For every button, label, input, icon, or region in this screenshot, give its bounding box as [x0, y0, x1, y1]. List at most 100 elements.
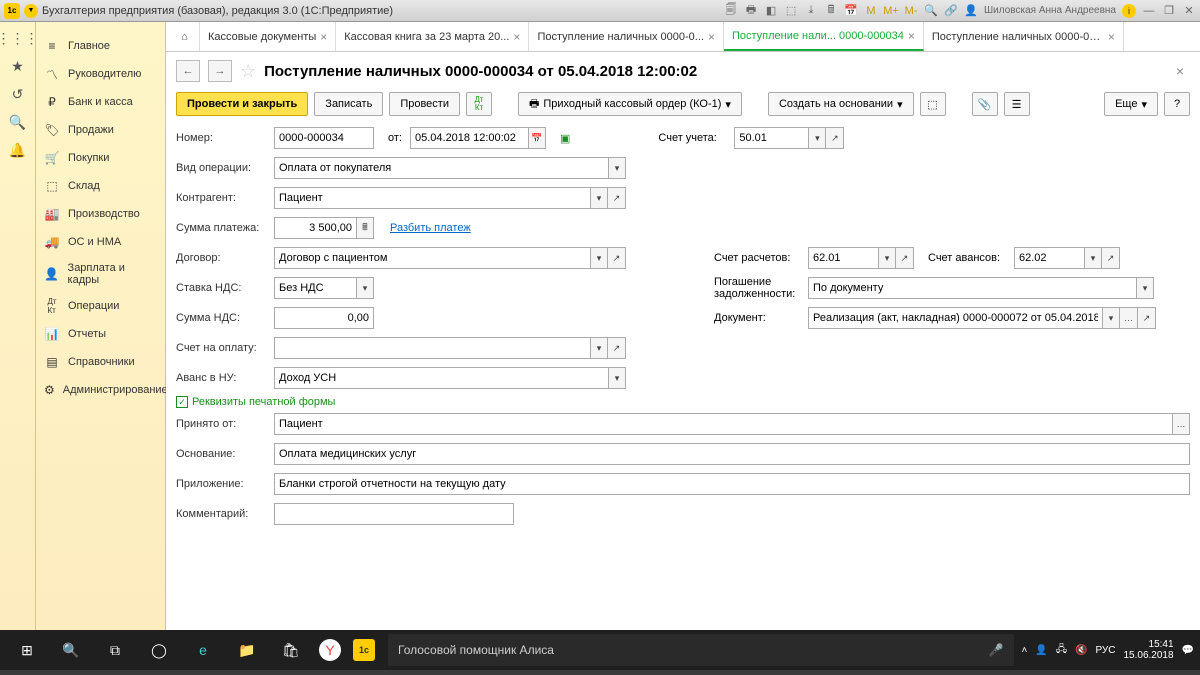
yandex-icon[interactable]: Y: [319, 639, 341, 661]
open-button[interactable]: ↗: [608, 337, 626, 359]
calendar-icon[interactable]: 📅: [844, 4, 858, 18]
mic-icon[interactable]: 🎤: [989, 643, 1004, 657]
split-payment-link[interactable]: Разбить платеж: [390, 222, 471, 234]
start-button[interactable]: ⊞: [6, 634, 48, 666]
debt-input[interactable]: [808, 277, 1136, 299]
cortana-icon[interactable]: ◯: [138, 634, 180, 666]
toolbar-icon[interactable]: ◧: [764, 4, 778, 18]
dropdown-button[interactable]: ▾: [608, 157, 626, 179]
dropdown-button[interactable]: ▾: [1102, 307, 1120, 329]
maximize-icon[interactable]: ❐: [1162, 4, 1176, 18]
sidebar-item-refs[interactable]: ▤Справочники: [36, 348, 165, 376]
calculator-icon[interactable]: 🖩: [824, 4, 838, 18]
toolbar-icon[interactable]: ⬚: [784, 4, 798, 18]
sidebar-item-manager[interactable]: 〽Руководителю: [36, 60, 165, 88]
network-icon[interactable]: 🖧: [1056, 642, 1067, 659]
tab-cash-book[interactable]: Кассовая книга за 23 марта 20...×: [336, 22, 529, 51]
dropdown-button[interactable]: ▾: [608, 367, 626, 389]
m-plus-icon[interactable]: M+: [884, 4, 898, 18]
attachment-input[interactable]: [274, 473, 1190, 495]
task-view-icon[interactable]: ⧉: [94, 634, 136, 666]
close-icon[interactable]: ×: [320, 30, 327, 44]
date-input[interactable]: [410, 127, 528, 149]
close-icon[interactable]: ✕: [1182, 4, 1196, 18]
list-button[interactable]: ☰: [1004, 92, 1030, 116]
more-button[interactable]: …: [1120, 307, 1138, 329]
dropdown-button[interactable]: ▾: [356, 277, 374, 299]
sidebar-item-main[interactable]: ≡Главное: [36, 32, 165, 60]
tab-receipt-active[interactable]: Поступление нали... 0000-000034×: [724, 22, 924, 51]
open-button[interactable]: ↗: [608, 187, 626, 209]
structure-button[interactable]: ⬚: [920, 92, 946, 116]
minimize-icon[interactable]: —: [1142, 4, 1156, 18]
print-icon[interactable]: 🖶: [744, 4, 758, 18]
vat-rate-input[interactable]: [274, 277, 356, 299]
search-icon[interactable]: 🔍: [50, 634, 92, 666]
search-icon[interactable]: 🔍: [8, 112, 28, 132]
dropdown-button[interactable]: ▾: [590, 187, 608, 209]
dropdown-button[interactable]: ▾: [878, 247, 896, 269]
dropdown-button[interactable]: ▾: [590, 247, 608, 269]
open-button[interactable]: ↗: [826, 127, 844, 149]
basis-input[interactable]: [274, 443, 1190, 465]
doc-input[interactable]: [808, 307, 1102, 329]
account-input[interactable]: [734, 127, 808, 149]
advance-nu-input[interactable]: [274, 367, 608, 389]
vat-sum-input[interactable]: [274, 307, 374, 329]
print-form-section-toggle[interactable]: ✓ Реквизиты печатной формы: [176, 396, 1190, 408]
m-minus-icon[interactable]: M-: [904, 4, 918, 18]
amount-input[interactable]: [274, 217, 356, 239]
explorer-icon[interactable]: 📁: [226, 634, 268, 666]
received-input[interactable]: [274, 413, 1172, 435]
1c-icon[interactable]: 1c: [353, 639, 375, 661]
favorite-star-icon[interactable]: ☆: [240, 61, 256, 82]
open-button[interactable]: ↗: [608, 247, 626, 269]
apps-icon[interactable]: ⋮⋮⋮: [8, 28, 28, 48]
app-menu-dropdown[interactable]: ▼: [24, 4, 38, 18]
store-icon[interactable]: 🛍: [270, 634, 312, 666]
open-button[interactable]: ↗: [1138, 307, 1156, 329]
m-icon[interactable]: M: [864, 4, 878, 18]
dtkt-button[interactable]: ДтКт: [466, 92, 492, 116]
toolbar-icon[interactable]: ⤓: [804, 4, 818, 18]
contract-input[interactable]: [274, 247, 590, 269]
info-icon[interactable]: i: [1122, 4, 1136, 18]
alice-bar[interactable]: Голосовой помощник Алиса 🎤: [388, 634, 1014, 666]
number-input[interactable]: [274, 127, 374, 149]
op-type-input[interactable]: [274, 157, 608, 179]
open-button[interactable]: ↗: [896, 247, 914, 269]
history-icon[interactable]: ↺: [8, 84, 28, 104]
search-icon[interactable]: 🔍: [924, 4, 938, 18]
nav-forward-button[interactable]: →: [208, 60, 232, 82]
star-icon[interactable]: ★: [8, 56, 28, 76]
nav-back-button[interactable]: ←: [176, 60, 200, 82]
more-button[interactable]: …: [1172, 413, 1190, 435]
sidebar-item-operations[interactable]: ДтКтОперации: [36, 292, 165, 320]
comment-input[interactable]: [274, 503, 514, 525]
dropdown-button[interactable]: ▾: [590, 337, 608, 359]
help-button[interactable]: ?: [1164, 92, 1190, 116]
sidebar-item-sales[interactable]: 🏷Продажи: [36, 116, 165, 144]
tab-receipt-3[interactable]: Поступление наличных 0000-00...×: [924, 22, 1124, 51]
link-icon[interactable]: 🔗: [944, 4, 958, 18]
volume-icon[interactable]: 🔇: [1075, 645, 1087, 656]
invoice-input[interactable]: [274, 337, 590, 359]
calendar-button[interactable]: 📅: [528, 127, 546, 149]
notifications-icon[interactable]: 💬: [1182, 645, 1194, 656]
sidebar-item-warehouse[interactable]: ⬚Склад: [36, 172, 165, 200]
home-tab-icon[interactable]: ⌂: [170, 22, 200, 51]
post-button[interactable]: Провести: [389, 92, 460, 116]
calculator-button[interactable]: 🖩: [356, 217, 374, 239]
dropdown-button[interactable]: ▾: [808, 127, 826, 149]
print-button[interactable]: 🖶Приходный кассовый ордер (КО-1)▾: [518, 92, 742, 116]
save-button[interactable]: Записать: [314, 92, 383, 116]
tray-chevron-icon[interactable]: ˄: [1022, 645, 1028, 656]
dropdown-button[interactable]: ▾: [1084, 247, 1102, 269]
counterparty-input[interactable]: [274, 187, 590, 209]
clock[interactable]: 15:41 15.06.2018: [1123, 639, 1173, 661]
document-close-icon[interactable]: ×: [1176, 63, 1190, 79]
bell-icon[interactable]: 🔔: [8, 140, 28, 160]
attach-button[interactable]: 📎: [972, 92, 998, 116]
more-button[interactable]: Еще▾: [1104, 92, 1158, 116]
tab-cash-documents[interactable]: Кассовые документы×: [200, 22, 336, 51]
